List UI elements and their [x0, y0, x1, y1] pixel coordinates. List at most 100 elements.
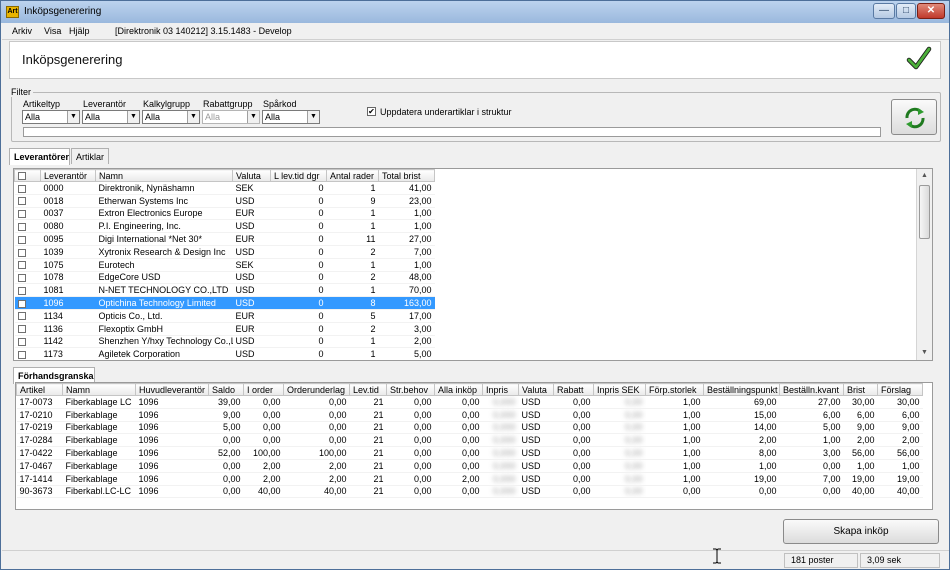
scroll-down-icon[interactable]: ▼ [917, 346, 932, 360]
column-header[interactable]: Brist [843, 383, 878, 396]
table-row[interactable]: 1173 Agiletek Corporation USD 0 1 5,00 [14, 347, 435, 360]
row-checkbox-cell[interactable] [14, 283, 41, 298]
column-header[interactable]: Förp.storlek [645, 383, 704, 396]
column-header[interactable]: Valuta [232, 169, 271, 182]
column-header[interactable]: Förslag [877, 383, 923, 396]
row-checkbox[interactable] [17, 222, 26, 231]
column-header[interactable]: Str.behov [386, 383, 435, 396]
create-purchase-button[interactable]: Skapa inköp [783, 519, 939, 544]
row-checkbox[interactable] [17, 197, 26, 206]
close-button[interactable]: ✕ [917, 3, 945, 19]
table-row[interactable]: 1142 Shenzhen Y/hxy Technology Co.,L USD 0 1… [14, 335, 435, 349]
table-row[interactable]: 0095 Digi International *Net 30* EUR 0 11 27,… [14, 232, 435, 246]
column-header[interactable]: Alla inköp [434, 383, 483, 396]
row-checkbox[interactable] [17, 184, 26, 193]
suppliers-scrollbar[interactable]: ▲ ▼ [916, 169, 932, 360]
table-row[interactable]: 0018 Etherwan Systems Inc USD 0 9 23,00 [14, 194, 435, 208]
row-checkbox-cell[interactable] [14, 271, 41, 285]
chevron-down-icon[interactable]: ▼ [127, 111, 139, 123]
chevron-down-icon[interactable]: ▼ [307, 111, 319, 123]
row-checkbox-cell[interactable] [14, 245, 41, 259]
table-row[interactable]: 17-0073 Fiberkablage LC 1096 39,00 0,00 0,00 2… [16, 395, 923, 409]
maximize-button[interactable]: □ [896, 3, 916, 19]
column-header[interactable]: Namn [62, 383, 136, 396]
column-header[interactable]: Saldo [208, 383, 244, 396]
column-header[interactable]: Lev.tid [349, 383, 387, 396]
column-header[interactable]: Total brist [378, 169, 435, 182]
row-checkbox[interactable] [17, 338, 26, 347]
table-row[interactable]: 17-0422 Fiberkablage 1096 52,00 100,00 100,00… [16, 446, 923, 460]
column-header[interactable]: Orderunderlag [283, 383, 350, 396]
column-header[interactable]: Rabatt [553, 383, 594, 396]
filter-text-field[interactable] [23, 127, 881, 137]
row-checkbox-cell[interactable] [14, 219, 41, 234]
table-row[interactable]: 17-1414 Fiberkablage 1096 0,00 2,00 2,00 21 0,0… [16, 472, 923, 486]
row-checkbox-cell[interactable] [14, 232, 41, 246]
scroll-up-icon[interactable]: ▲ [917, 169, 932, 183]
chevron-down-icon[interactable]: ▼ [187, 111, 199, 123]
table-row[interactable]: 1039 Xytronix Research & Design Inc USD 0 2 7… [14, 245, 435, 259]
refresh-button[interactable] [891, 99, 937, 135]
table-row[interactable]: 17-0284 Fiberkablage 1096 0,00 0,00 0,00 21 0,0… [16, 433, 923, 448]
row-checkbox-cell[interactable] [14, 335, 41, 349]
title-bar[interactable]: Art Inköpsgenerering — □ ✕ [1, 1, 949, 23]
row-checkbox[interactable] [17, 274, 26, 283]
update-subarticles-checkbox[interactable]: ✔ [367, 107, 376, 116]
leverantor-select[interactable]: Alla ▼ [82, 110, 140, 124]
column-header[interactable]: Leverantör [40, 169, 96, 182]
row-checkbox[interactable] [17, 312, 26, 321]
select-all-checkbox[interactable] [18, 172, 26, 181]
table-row[interactable]: 1136 Flexoptix GmbH EUR 0 2 3,00 [14, 322, 435, 336]
row-checkbox-cell[interactable] [14, 181, 41, 195]
tab-artiklar[interactable]: Artiklar [71, 148, 109, 164]
table-row[interactable]: 1078 EdgeCore USD USD 0 2 48,00 [14, 271, 435, 285]
menu-arkiv[interactable]: Arkiv [12, 26, 32, 36]
row-checkbox-cell[interactable] [14, 309, 41, 323]
kalkylgrupp-select[interactable]: Alla ▼ [142, 110, 200, 124]
row-checkbox[interactable] [17, 210, 26, 219]
table-row[interactable]: 1096 Optichina Technology Limited USD 0 8 163… [14, 296, 435, 310]
column-header[interactable]: Inpris SEK [593, 383, 646, 396]
row-checkbox[interactable] [17, 325, 26, 334]
table-row[interactable]: 0080 P.I. Engineering, Inc. USD 0 1 1,00 [14, 219, 435, 234]
table-row[interactable]: 0037 Extron Electronics Europe EUR 0 1 1,00 [14, 207, 435, 221]
minimize-button[interactable]: — [873, 3, 895, 19]
table-row[interactable]: 1134 Opticis Co., Ltd. EUR 0 5 17,00 [14, 309, 435, 323]
column-header[interactable]: Antal rader [326, 169, 379, 182]
row-checkbox-cell[interactable] [14, 296, 41, 310]
menu-visa[interactable]: Visa [44, 26, 61, 36]
column-header[interactable]: L lev.tid dgr [270, 169, 327, 182]
row-checkbox-cell[interactable] [14, 258, 41, 272]
table-row[interactable]: 1075 Eurotech SEK 0 1 1,00 [14, 258, 435, 272]
column-header[interactable]: Huvudleverantör [135, 383, 209, 396]
table-row[interactable]: 1081 N-NET TECHNOLOGY CO.,LTD USD 0 1 70,00 [14, 283, 435, 298]
row-checkbox-cell[interactable] [14, 194, 41, 208]
artikeltyp-select[interactable]: Alla ▼ [22, 110, 80, 124]
table-row[interactable]: 17-0467 Fiberkablage 1096 0,00 2,00 2,00 21 0,0… [16, 459, 923, 473]
column-header[interactable]: Valuta [518, 383, 554, 396]
row-checkbox-cell[interactable] [14, 347, 41, 360]
row-checkbox-cell[interactable] [14, 207, 41, 221]
column-header[interactable]: Beställningspunkt [703, 383, 780, 396]
column-header[interactable]: I order [243, 383, 284, 396]
table-row[interactable]: 17-0210 Fiberkablage 1096 9,00 0,00 0,00 21 0,0… [16, 408, 923, 422]
row-checkbox-cell[interactable] [14, 322, 41, 336]
checkmark-icon[interactable] [906, 46, 932, 72]
row-checkbox[interactable] [17, 286, 26, 295]
column-header[interactable]: Inpris [482, 383, 519, 396]
scroll-thumb[interactable] [919, 185, 930, 239]
table-row[interactable]: 90-3673 Fiberkabl.LC-LC 1096 0,00 40,00 40,00… [16, 485, 923, 499]
row-checkbox[interactable] [17, 248, 26, 257]
table-row[interactable]: 17-0219 Fiberkablage 1096 5,00 0,00 0,00 21 0,0… [16, 421, 923, 435]
table-row[interactable]: 0000 Direktronik, Nynäshamn SEK 0 1 41,00 [14, 181, 435, 195]
menu-hjalp[interactable]: Hjälp [69, 26, 90, 36]
row-checkbox[interactable] [17, 299, 26, 308]
chevron-down-icon[interactable]: ▼ [67, 111, 79, 123]
column-header[interactable]: Namn [95, 169, 233, 182]
row-checkbox[interactable] [17, 235, 26, 244]
row-checkbox[interactable] [17, 350, 26, 359]
column-header[interactable]: Artikel [16, 383, 63, 396]
column-header[interactable]: Beställn.kvant [779, 383, 844, 396]
sparkod-select[interactable]: Alla ▼ [262, 110, 320, 124]
select-all-header[interactable] [14, 169, 41, 182]
